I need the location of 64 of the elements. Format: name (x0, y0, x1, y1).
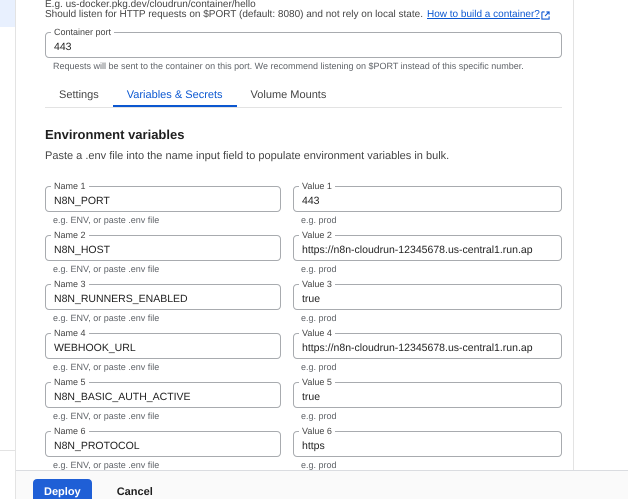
helper-text: e.g. ENV, or paste .env file (52, 214, 160, 226)
field-value: N8N_HOST (54, 243, 112, 258)
text-field[interactable]: Value 5 true (293, 378, 562, 408)
field-value: true (302, 390, 322, 405)
field-value: N8N_RUNNERS_ENABLED (54, 292, 189, 307)
field-label: Name 3 (53, 280, 87, 289)
helper-text: Requests will be sent to the container on this port. We recommend listening on $PORT instead of this specific number. (52, 60, 525, 72)
tab[interactable]: Variables & Secrets (112, 84, 237, 107)
helper-text: e.g. ENV, or paste .env file (52, 312, 160, 324)
cancel-button[interactable]: Cancel (106, 479, 164, 499)
field-value: N8N_PORT (54, 194, 111, 209)
field-label: Value 1 (301, 182, 333, 191)
helper-text: e.g. prod (300, 410, 338, 422)
tab[interactable]: Settings (45, 84, 113, 107)
field-value: 443 (302, 194, 321, 209)
deploy-button[interactable]: Deploy (33, 479, 92, 499)
text-field[interactable]: Name 2 N8N_HOST (45, 231, 281, 261)
field-value: WEBHOOK_URL (54, 341, 137, 356)
helper-text: e.g. ENV, or paste .env file (52, 263, 160, 275)
field-value: 443 (54, 40, 73, 55)
field-label: Value 5 (301, 378, 333, 387)
text-field[interactable]: Name 6 N8N_PROTOCOL (45, 427, 281, 457)
help-text: Should listen for HTTP requests on $PORT (default: 8080) and not rely on local state. (45, 10, 423, 20)
text-field[interactable]: Value 2 https://n8n-cloudrun-12345678.us-central1.run.ap (293, 231, 562, 261)
text-field[interactable]: Value 1 443 (293, 182, 562, 212)
text-field[interactable]: Value 6 https (293, 427, 562, 457)
external-link-icon (540, 10, 550, 20)
field-value: https://n8n-cloudrun-12345678.us-central1.run.ap (302, 341, 534, 356)
field-label: Name 5 (53, 378, 87, 387)
sidebar-highlight (0, 0, 15, 27)
text-field[interactable]: Name 3 N8N_RUNNERS_ENABLED (45, 280, 281, 310)
field-label: Value 4 (301, 329, 333, 338)
helper-text: e.g. ENV, or paste .env file (52, 410, 160, 422)
text-field[interactable]: Name 4 WEBHOOK_URL (45, 329, 281, 359)
field-label: Value 6 (301, 427, 333, 436)
helper-text: e.g. prod (300, 361, 338, 373)
field-value: true (302, 292, 322, 307)
field-value: https (302, 439, 326, 454)
field-label: Value 3 (301, 280, 333, 289)
field-value: https://n8n-cloudrun-12345678.us-central1.run.ap (302, 243, 534, 258)
help-link[interactable]: How to build a container? (427, 10, 540, 20)
helper-text: e.g. prod (300, 312, 338, 324)
field-label: Name 6 (53, 427, 87, 436)
hint-text: E.g. us-docker.pkg.dev/cloudrun/container/hello (45, 0, 256, 10)
text-field[interactable]: Container port 443 (45, 28, 562, 58)
field-label: Name 4 (53, 329, 87, 338)
field-label: Container port (53, 28, 112, 37)
field-label: Name 2 (53, 231, 87, 240)
helper-text: e.g. prod (300, 263, 338, 275)
section-heading: Environment variables (45, 127, 186, 143)
helper-text: e.g. ENV, or paste .env file (52, 361, 160, 373)
field-value: N8N_BASIC_AUTH_ACTIVE (54, 390, 192, 405)
tab[interactable]: Volume Mounts (236, 84, 340, 107)
section-description: Paste a .env file into the name input field to populate environment variables in bulk. (45, 149, 450, 163)
text-field[interactable]: Value 4 https://n8n-cloudrun-12345678.us-central1.run.ap (293, 329, 562, 359)
field-label: Value 2 (301, 231, 333, 240)
field-value: N8N_PROTOCOL (54, 439, 141, 454)
helper-text: e.g. prod (300, 459, 338, 470)
field-label: Name 1 (53, 182, 87, 191)
helper-text: e.g. ENV, or paste .env file (52, 459, 160, 470)
helper-text: e.g. prod (300, 214, 338, 226)
text-field[interactable]: Name 1 N8N_PORT (45, 182, 281, 212)
text-field[interactable]: Name 5 N8N_BASIC_AUTH_ACTIVE (45, 378, 281, 408)
text-field[interactable]: Value 3 true (293, 280, 562, 310)
